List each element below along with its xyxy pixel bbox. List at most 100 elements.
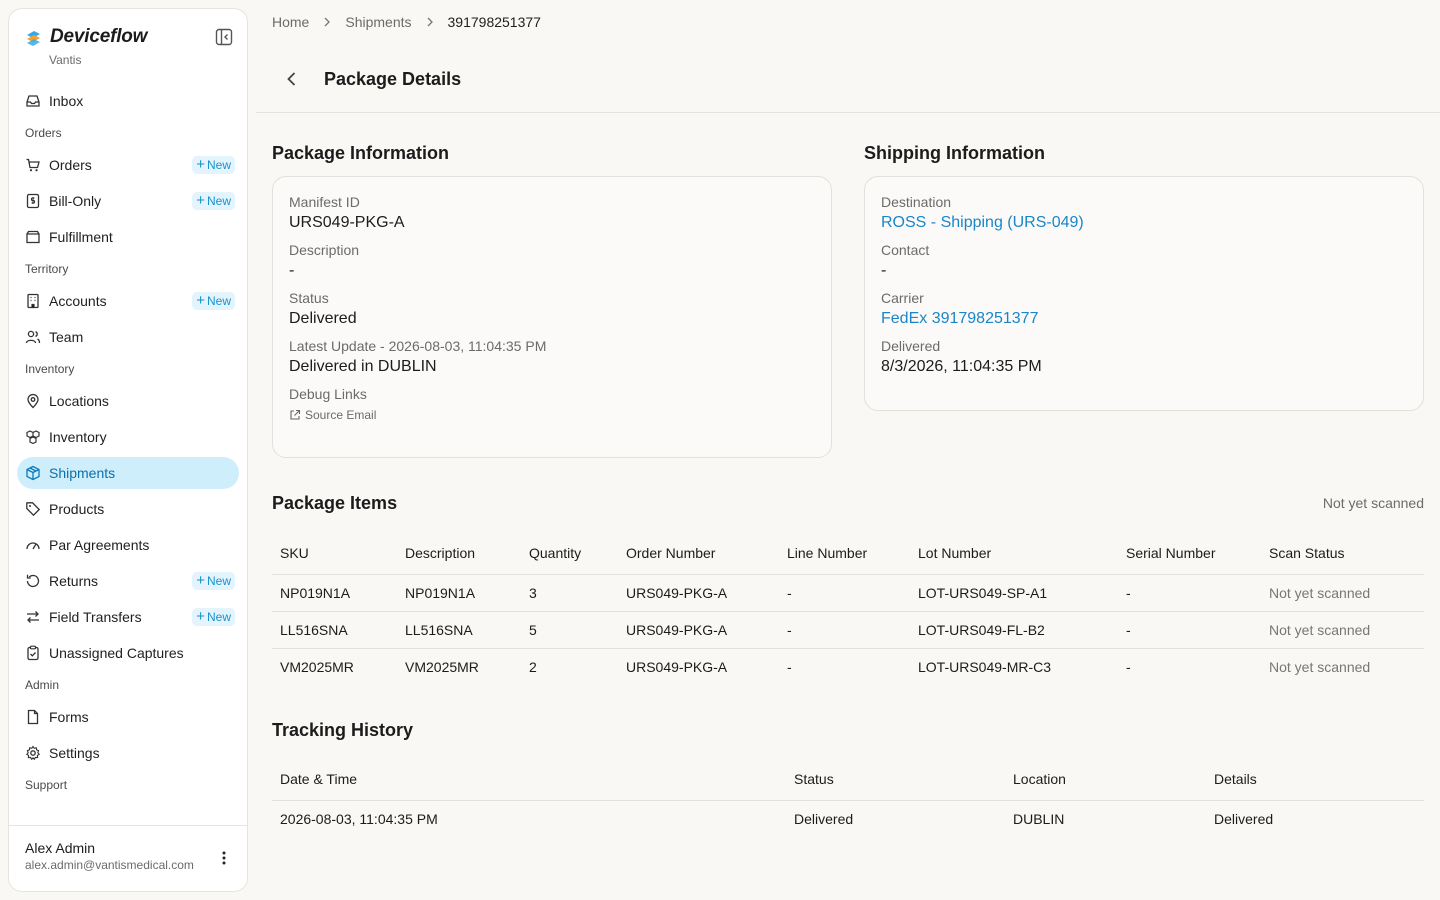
latest-update-label: Latest Update - 2026-08-03, 11:04:35 PM: [289, 338, 547, 354]
sidebar-item-label: Field Transfers: [49, 609, 142, 625]
chevron-right-icon: [427, 17, 433, 27]
nav-section-label: Support: [25, 778, 68, 792]
manifest-label: Manifest ID: [289, 194, 360, 210]
manifest-value: URS049-PKG-A: [289, 214, 405, 231]
rotate-icon: [25, 573, 41, 589]
sidebar-item-settings[interactable]: Settings: [17, 737, 239, 769]
sidebar-item-returns[interactable]: Returns + New: [17, 565, 239, 597]
page-header: Package Details: [256, 56, 1440, 113]
serial-number-cell: -: [1118, 574, 1261, 612]
column-header: Quantity: [521, 533, 618, 575]
clipboard-check-icon: [25, 645, 41, 661]
sidebar-item-label: Unassigned Captures: [49, 645, 184, 661]
column-header: Details: [1206, 759, 1424, 801]
lot-number-cell: LOT-URS049-MR-C3: [918, 658, 1052, 675]
destination-link[interactable]: ROSS - Shipping (URS-049): [881, 214, 1407, 232]
sidebar-item-forms[interactable]: Forms: [17, 701, 239, 733]
location-cell: DUBLIN: [1013, 810, 1065, 827]
more-vertical-icon[interactable]: [217, 850, 231, 866]
latest-update-field: Latest Update - 2026-08-03, 11:04:35 PM …: [289, 338, 815, 376]
sidebar-item-inventory[interactable]: Inventory: [17, 421, 239, 453]
delivered-field: Delivered 8/3/2026, 11:04:35 PM: [881, 338, 1407, 376]
new-item-button[interactable]: + New: [192, 192, 235, 210]
app-name: Deviceflow: [50, 26, 148, 47]
new-badge-label: New: [206, 574, 231, 588]
column-header: Date & Time: [272, 759, 786, 801]
debug-links-label: Debug Links: [289, 386, 367, 402]
sidebar-item-unassigned-captures[interactable]: Unassigned Captures: [17, 637, 239, 669]
package-info-title: Package Information: [272, 143, 450, 163]
brand: Deviceflow Vantis: [9, 9, 247, 85]
new-item-button[interactable]: + New: [192, 156, 235, 174]
serial-number-cell: -: [1126, 658, 1131, 675]
shipping-info-title: Shipping Information: [864, 143, 1045, 163]
sku-cell: LL516SNA: [272, 611, 397, 649]
tracking-history-title: Tracking History: [272, 720, 414, 740]
sidebar-item-accounts[interactable]: Accounts + New: [17, 285, 239, 317]
sidebar-item-label: Inventory: [49, 429, 107, 445]
plus-icon: +: [196, 572, 205, 589]
sidebar-item-label: Locations: [49, 393, 109, 409]
scan-status-cell: Not yet scanned: [1261, 611, 1424, 649]
contact-value: -: [881, 262, 887, 279]
table-row: VM2025MR VM2025MR 2 URS049-PKG-A - LOT-U…: [272, 648, 1424, 685]
new-item-button[interactable]: + New: [192, 608, 235, 626]
column-header: SKU: [272, 533, 397, 575]
carrier-field: Carrier FedEx 391798251377: [881, 290, 1407, 328]
sidebar-item-inbox[interactable]: Inbox: [17, 85, 239, 117]
sidebar-item-label: Orders: [49, 157, 92, 173]
new-item-button[interactable]: + New: [192, 292, 235, 310]
tag-icon: [25, 501, 41, 517]
breadcrumb-home[interactable]: Home: [272, 14, 309, 30]
new-item-button[interactable]: + New: [192, 572, 235, 590]
sidebar: Deviceflow Vantis Inbox Orders Orders + New B…: [8, 8, 248, 892]
collapse-sidebar-icon[interactable]: [215, 28, 233, 46]
latest-update-value: Delivered in DUBLIN: [289, 358, 437, 375]
quantity-cell: 2: [529, 658, 537, 675]
line-number-cell: -: [787, 658, 792, 675]
description-cell: NP019N1A: [397, 574, 521, 612]
sidebar-item-orders[interactable]: Orders + New: [17, 149, 239, 181]
plus-icon: +: [196, 292, 205, 309]
scan-status-cell: Not yet scanned: [1261, 574, 1424, 612]
inbox-icon: [25, 93, 41, 109]
status-value: Delivered: [289, 310, 357, 327]
user-profile[interactable]: Alex Admin alex.admin@vantismedical.com: [9, 825, 247, 891]
description-cell: VM2025MR: [405, 658, 479, 675]
sidebar-item-label: Inbox: [49, 93, 84, 109]
shipping-info-card: Destination ROSS - Shipping (URS-049) Co…: [864, 176, 1424, 411]
line-number-cell: -: [779, 611, 910, 649]
sidebar-item-team[interactable]: Team: [17, 321, 239, 353]
breadcrumb-shipments[interactable]: Shipments: [345, 14, 411, 30]
carrier-tracking-link[interactable]: FedEx 391798251377: [881, 310, 1407, 328]
scan-status-cell: Not yet scanned: [1269, 658, 1371, 675]
sidebar-item-fulfillment[interactable]: Fulfillment: [17, 221, 239, 253]
box-open-icon: [25, 229, 41, 245]
order-number-cell: URS049-PKG-A: [618, 611, 779, 649]
sidebar-item-field-transfers[interactable]: Field Transfers + New: [17, 601, 239, 633]
details-cell: Delivered: [1214, 810, 1274, 827]
user-email: alex.admin@vantismedical.com: [25, 858, 194, 872]
column-header: Description: [397, 533, 521, 575]
new-badge-label: New: [206, 610, 231, 624]
sidebar-item-locations[interactable]: Locations: [17, 385, 239, 417]
manifest-field: Manifest ID URS049-PKG-A: [289, 194, 815, 232]
sku-cell: VM2025MR: [280, 658, 354, 675]
file-icon: [25, 709, 41, 725]
sku-cell: NP019N1A: [272, 574, 397, 612]
delivered-value: 8/3/2026, 11:04:35 PM: [881, 358, 1042, 375]
destination-field: Destination ROSS - Shipping (URS-049): [881, 194, 1407, 232]
debug-links-field: Debug Links Source Email: [289, 386, 815, 422]
delivered-label: Delivered: [881, 338, 941, 354]
description-value: -: [289, 262, 295, 279]
sidebar-item-bill-only[interactable]: Bill-Only + New: [17, 185, 239, 217]
sidebar-item-shipments[interactable]: Shipments: [17, 457, 239, 489]
back-arrow-icon[interactable]: [282, 69, 302, 89]
chevron-right-icon: [324, 17, 331, 27]
main-content: Home Shipments 391798251377 Package Deta…: [256, 0, 1440, 900]
sidebar-item-label: Settings: [49, 745, 100, 761]
cart-icon: [25, 157, 41, 173]
sidebar-item-products[interactable]: Products: [17, 493, 239, 525]
sidebar-item-par-agreements[interactable]: Par Agreements: [17, 529, 239, 561]
source-email-link[interactable]: Source Email: [289, 408, 815, 422]
